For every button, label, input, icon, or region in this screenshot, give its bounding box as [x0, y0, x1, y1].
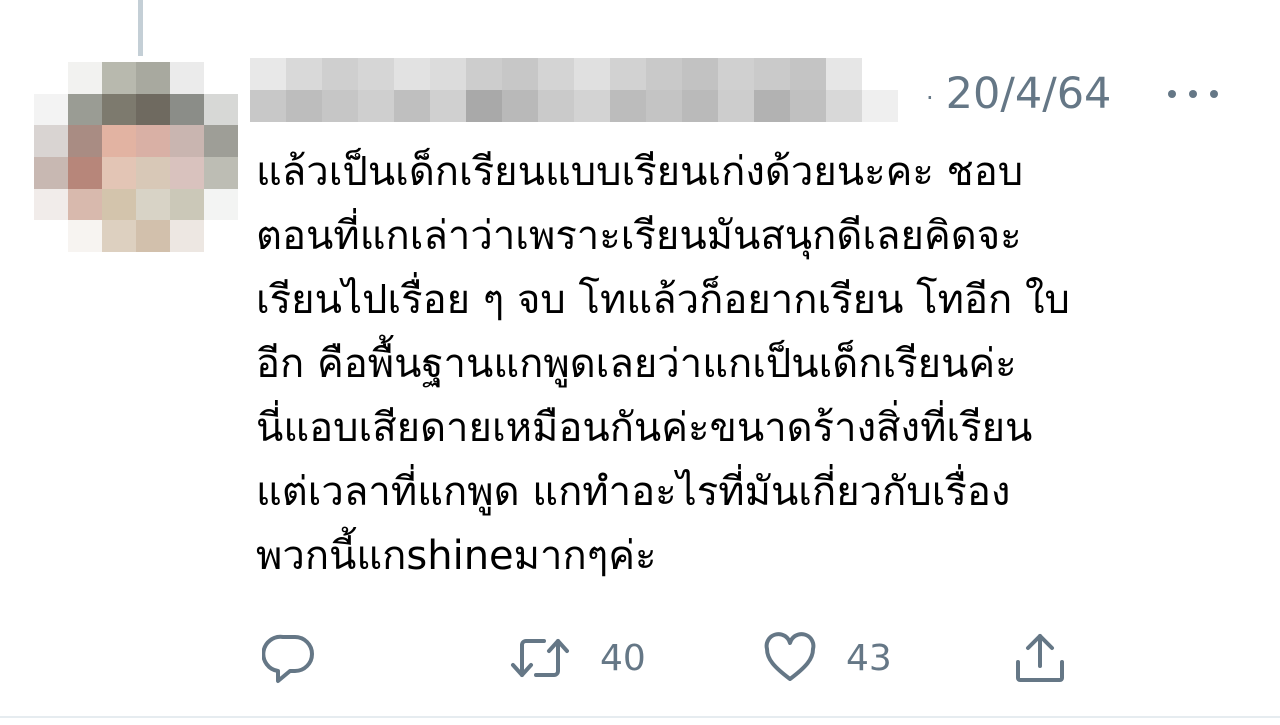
avatar-mosaic-tile [34, 93, 68, 126]
tweet-divider [0, 716, 1280, 718]
retweet-button[interactable]: 40 [508, 626, 646, 690]
name-mosaic-tile [286, 58, 322, 90]
name-mosaic-tile [250, 90, 286, 122]
avatar-mosaic-tile [204, 93, 238, 126]
avatar-mosaic-tile [34, 62, 68, 94]
thread-connector-line [138, 0, 143, 56]
name-mosaic-tile [322, 90, 358, 122]
name-mosaic-tile [394, 58, 430, 90]
timestamp-text: 20/4/64 [945, 69, 1112, 119]
avatar[interactable] [34, 62, 238, 252]
avatar-mosaic-tile [68, 93, 102, 126]
author-name-blurred[interactable] [250, 58, 898, 122]
avatar-mosaic-tile [136, 220, 170, 252]
retweet-icon [508, 631, 572, 685]
name-mosaic-tile [430, 90, 466, 122]
tweet-actions: 40 43 [0, 626, 1280, 690]
name-mosaic-tile [790, 90, 826, 122]
name-mosaic-tile [286, 90, 322, 122]
name-mosaic-tile [574, 90, 610, 122]
avatar-mosaic-tile [204, 220, 238, 252]
name-mosaic-tile [358, 90, 394, 122]
name-mosaic-tile [610, 90, 646, 122]
share-icon [1012, 630, 1068, 686]
name-mosaic-tile [826, 90, 862, 122]
name-mosaic-tile [646, 90, 682, 122]
avatar-mosaic-tile [102, 188, 136, 221]
avatar-mosaic-tile [170, 156, 204, 189]
avatar-mosaic-tile [136, 125, 170, 157]
tweet-text-line: แล้วเป็นเด็กเรียนแบบเรียนเก่งด้วยนะคะ ชอ… [256, 149, 1024, 195]
tweet-text: แล้วเป็นเด็กเรียนแบบเรียนเก่งด้วยนะคะ ชอ… [256, 140, 1246, 588]
tweet-text-line: พวกนี้แกshineมากๆค่ะ [256, 533, 657, 579]
avatar-mosaic-tile [170, 188, 204, 221]
avatar-mosaic-tile [68, 125, 102, 157]
avatar-mosaic-tile [34, 220, 68, 252]
avatar-mosaic-tile [34, 125, 68, 157]
avatar-mosaic-tile [136, 62, 170, 94]
name-mosaic-tile [718, 58, 754, 90]
name-mosaic-tile [466, 90, 502, 122]
avatar-mosaic-tile [68, 188, 102, 221]
name-mosaic-tile [682, 58, 718, 90]
avatar-mosaic-tile [170, 220, 204, 252]
name-mosaic-tile [394, 90, 430, 122]
name-mosaic-tile [790, 58, 826, 90]
reply-button[interactable] [262, 626, 316, 690]
avatar-mosaic-tile [204, 125, 238, 157]
avatar-mosaic-tile [68, 62, 102, 94]
avatar-mosaic-tile [136, 188, 170, 221]
avatar-mosaic-tile [68, 156, 102, 189]
name-mosaic-tile [574, 58, 610, 90]
name-mosaic-tile [754, 58, 790, 90]
retweet-count: 40 [600, 637, 646, 679]
name-mosaic-tile [502, 58, 538, 90]
avatar-mosaic-tile [204, 156, 238, 189]
timestamp-separator: · [926, 84, 934, 112]
tweet-timestamp[interactable]: · 20/4/64 [926, 68, 1111, 120]
avatar-mosaic-tile [136, 93, 170, 126]
name-mosaic-tile [358, 58, 394, 90]
avatar-mosaic-tile [102, 220, 136, 252]
avatar-mosaic-tile [170, 62, 204, 94]
avatar-mosaic-tile [170, 125, 204, 157]
name-mosaic-tile [862, 58, 898, 90]
name-mosaic-tile [538, 90, 574, 122]
name-mosaic-tile [322, 58, 358, 90]
name-mosaic-tile [754, 90, 790, 122]
name-mosaic-tile [826, 58, 862, 90]
avatar-mosaic-tile [34, 188, 68, 221]
tweet-text-line: เรียนไปเรื่อย ๆ จบ โทแล้วก็อยากเรียน โทอ… [256, 277, 1070, 323]
avatar-mosaic-tile [204, 188, 238, 221]
heart-icon [762, 631, 818, 685]
avatar-mosaic-tile [204, 62, 238, 94]
name-mosaic-tile [646, 58, 682, 90]
name-mosaic-tile [466, 58, 502, 90]
share-button[interactable] [1012, 626, 1068, 690]
avatar-mosaic-tile [170, 93, 204, 126]
name-mosaic-tile [250, 58, 286, 90]
name-mosaic-tile [682, 90, 718, 122]
name-mosaic-tile [430, 58, 466, 90]
avatar-mosaic-tile [102, 125, 136, 157]
reply-icon [262, 631, 316, 685]
name-mosaic-tile [862, 90, 898, 122]
avatar-mosaic-tile [34, 156, 68, 189]
tweet-text-line: นี่แอบเสียดายเหมือนกันค่ะขนาดร้างสิ่งที่… [256, 405, 1033, 451]
name-mosaic-tile [538, 58, 574, 90]
name-mosaic-tile [502, 90, 538, 122]
more-options-icon[interactable] [1166, 84, 1220, 104]
tweet-text-line: อีก คือพื้นฐานแกพูดเลยว่าแกเป็นเด็กเรียน… [256, 341, 1017, 387]
tweet-text-line: แต่เวลาที่แกพูด แกทำอะไรที่มันเกี่ยวกับเ… [256, 469, 1011, 515]
avatar-mosaic-tile [102, 156, 136, 189]
tweet-text-line: ตอนที่แกเล่าว่าเพราะเรียนมันสนุกดีเลยคิด… [256, 213, 1022, 259]
name-mosaic-tile [610, 58, 646, 90]
like-button[interactable]: 43 [762, 626, 892, 690]
name-mosaic-tile [718, 90, 754, 122]
avatar-mosaic-tile [102, 62, 136, 94]
avatar-mosaic-tile [136, 156, 170, 189]
avatar-mosaic-tile [68, 220, 102, 252]
like-count: 43 [846, 637, 892, 679]
avatar-mosaic-tile [102, 93, 136, 126]
